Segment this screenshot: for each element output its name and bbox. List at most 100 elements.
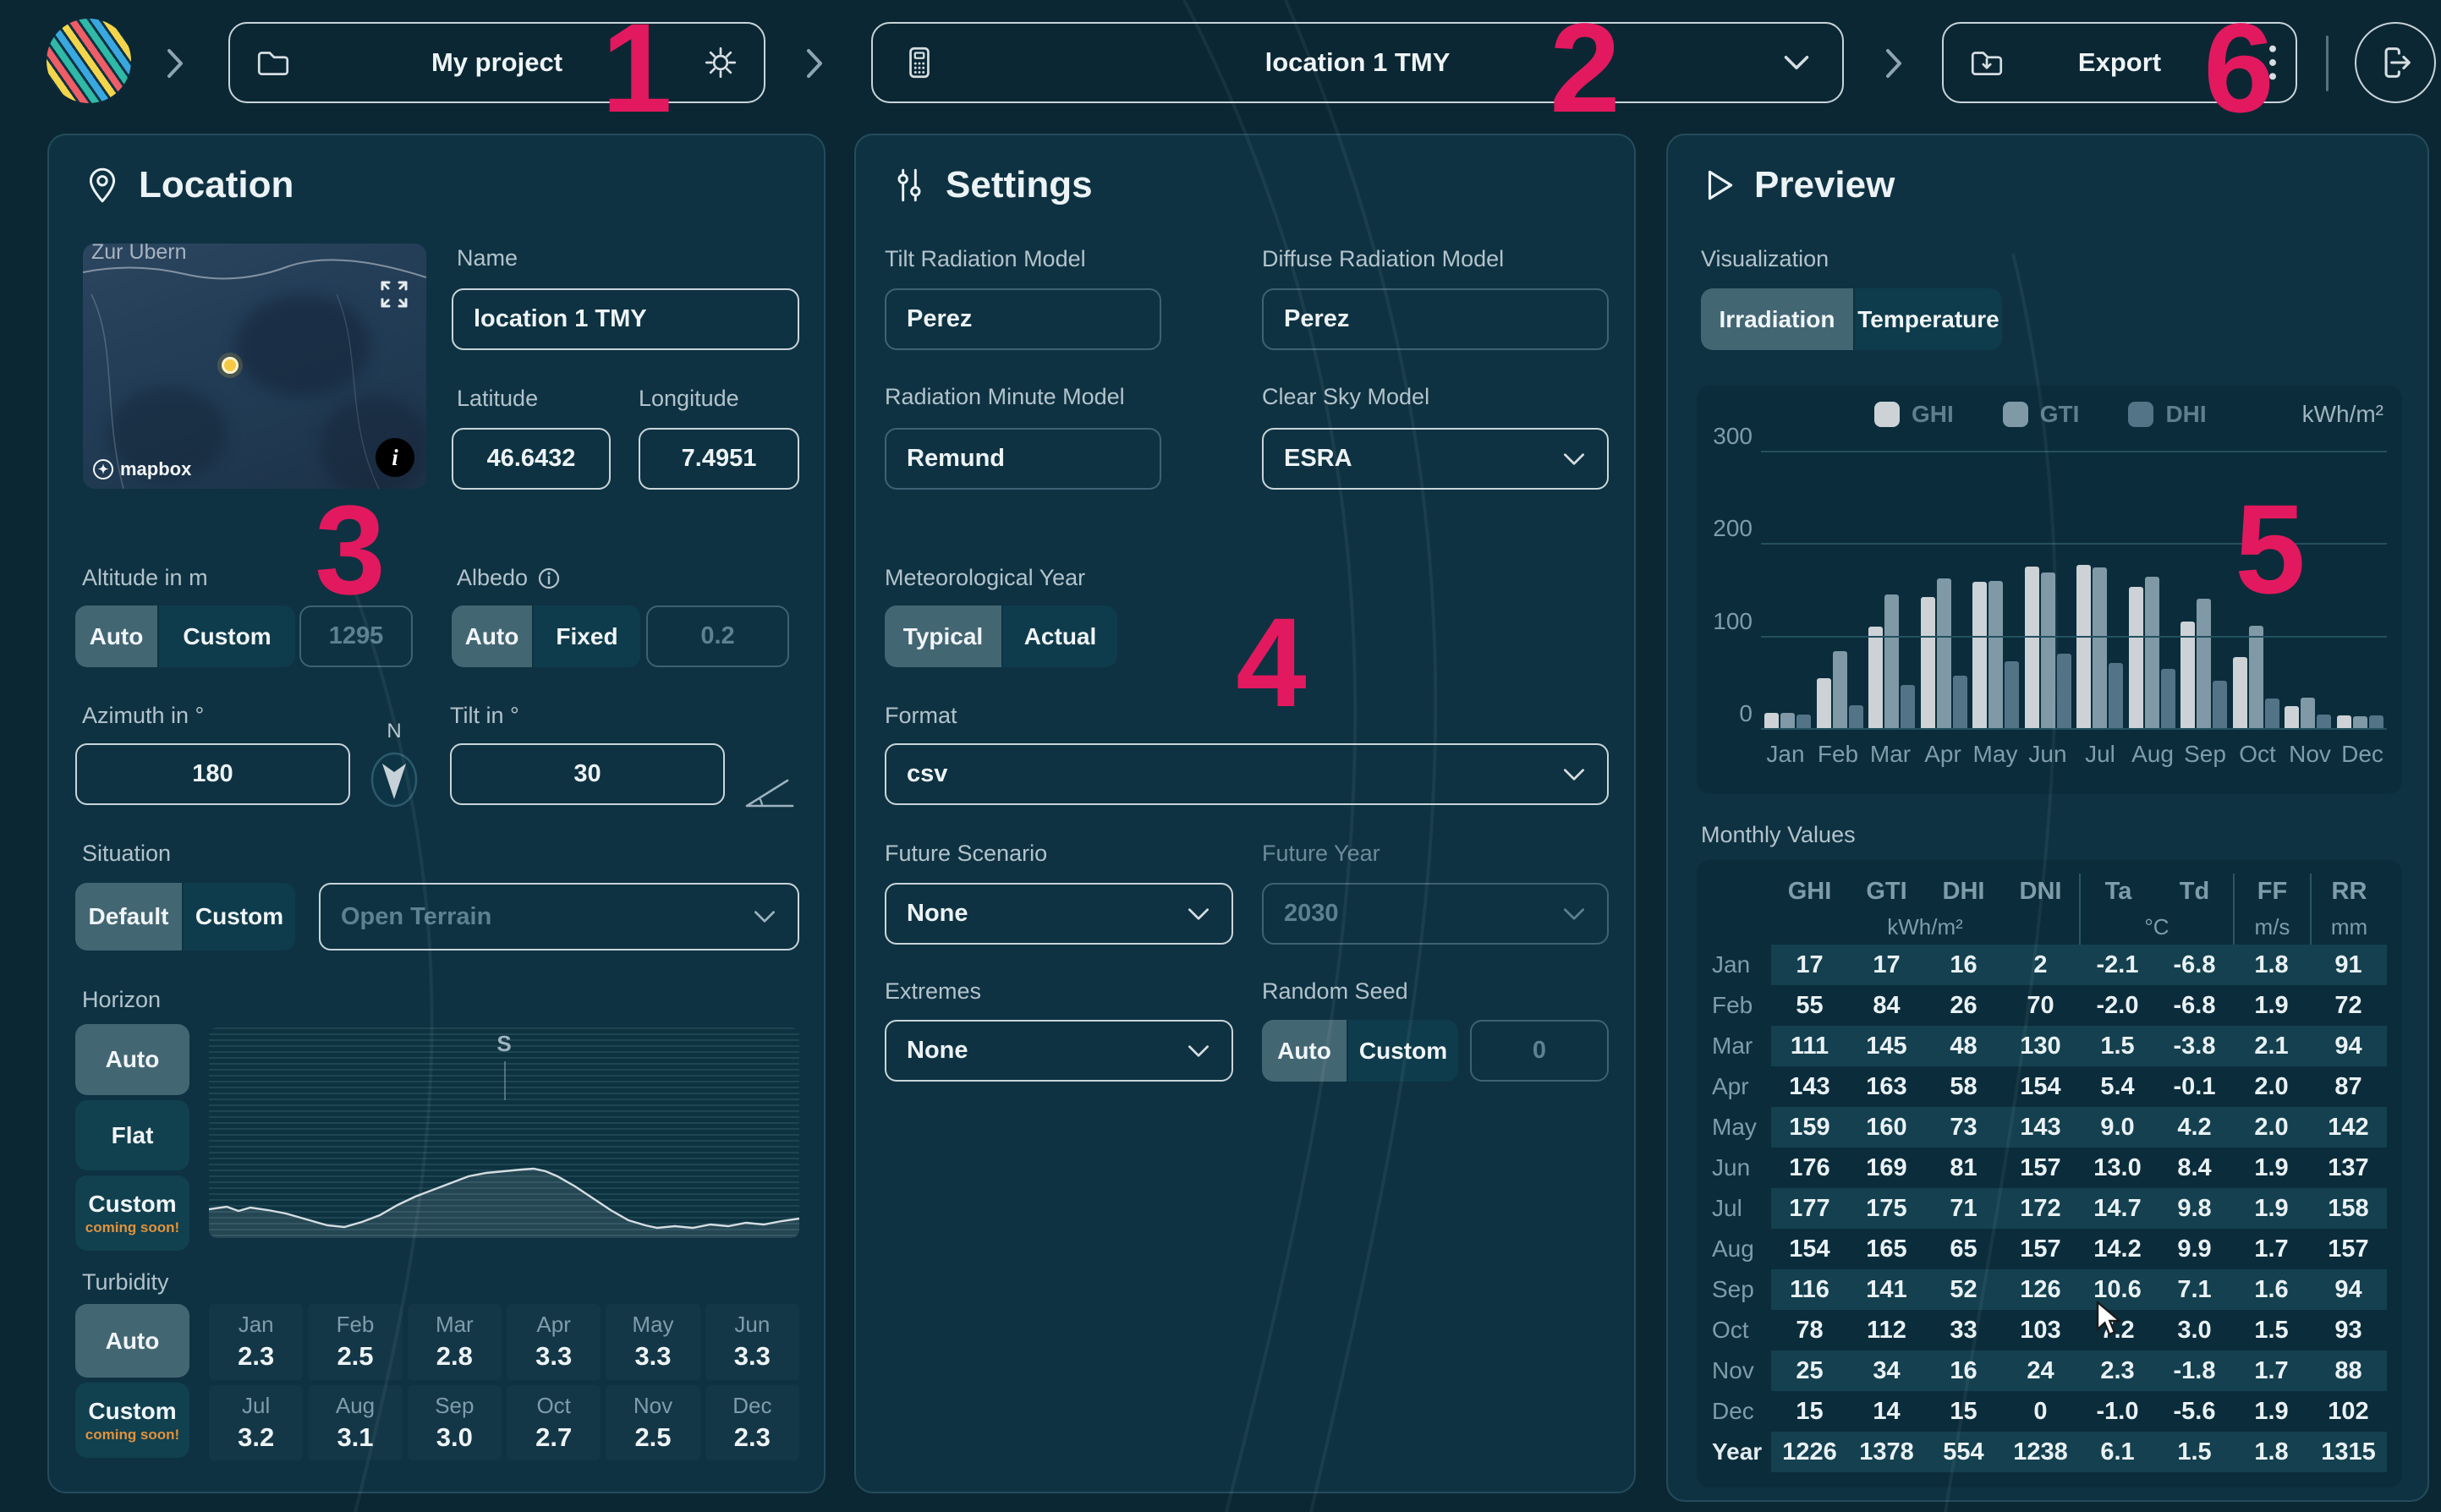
cell-ta: 14.7 xyxy=(2079,1195,2156,1223)
name-input[interactable]: location 1 TMY xyxy=(452,288,799,350)
cell-dni: 172 xyxy=(2002,1195,2079,1223)
azimuth-input[interactable]: 180 xyxy=(75,743,350,805)
row-month-label: Apr xyxy=(1712,1073,1771,1100)
cell-ghi: 1226 xyxy=(1771,1438,1848,1466)
extremes-label: Extremes xyxy=(885,978,981,1005)
latitude-input[interactable]: 46.6432 xyxy=(452,428,611,490)
bar-group-jan xyxy=(1764,713,1811,729)
longitude-input[interactable]: 7.4951 xyxy=(639,428,799,490)
cell-ta: 9.0 xyxy=(2079,1114,2156,1142)
col-td: Td xyxy=(2156,874,2233,909)
diffuse-model-label: Diffuse Radiation Model xyxy=(1262,246,1504,272)
gridline-0 xyxy=(1761,728,2387,730)
horizon-flat-button[interactable]: Flat xyxy=(75,1100,189,1170)
x-tick-label: Jul xyxy=(2076,741,2125,768)
met-year-toggle: Typical Actual xyxy=(885,605,1117,667)
albedo-auto-option[interactable]: Auto xyxy=(452,605,532,667)
row-month-label: Jun xyxy=(1712,1154,1771,1181)
mouse-cursor xyxy=(2096,1301,2128,1338)
cell-ff: 1.9 xyxy=(2233,1398,2310,1426)
col-ff: FF xyxy=(2233,874,2310,909)
info-icon[interactable] xyxy=(536,566,562,591)
cell-gti: 169 xyxy=(1848,1154,1925,1182)
dataset-selector[interactable]: location 1 TMY xyxy=(871,22,1844,103)
cell-gti: 14 xyxy=(1848,1398,1925,1426)
met-year-typical-option[interactable]: Typical xyxy=(885,605,1001,667)
project-button[interactable]: My project xyxy=(228,22,765,103)
ghi-bar-feb xyxy=(1817,678,1831,729)
random-seed-auto-option[interactable]: Auto xyxy=(1262,1020,1347,1082)
diffuse-model-field[interactable]: Perez xyxy=(1262,288,1609,350)
format-dropdown[interactable]: csv xyxy=(885,743,1609,805)
turbidity-cell-sep: Sep3.0 xyxy=(408,1385,502,1461)
chevron-down-icon xyxy=(1184,1040,1213,1062)
extremes-dropdown[interactable]: None xyxy=(885,1020,1233,1082)
dhi-bar-nov xyxy=(2317,715,2331,729)
altitude-auto-option[interactable]: Auto xyxy=(75,605,157,667)
albedo-fixed-option[interactable]: Fixed xyxy=(534,605,640,667)
preview-panel-title: Preview xyxy=(1702,164,1895,206)
cell-rr: 157 xyxy=(2310,1235,2387,1263)
cell-rr: 102 xyxy=(2310,1398,2387,1426)
table-row-sep: Sep1161415212610.67.11.694 xyxy=(1712,1269,2387,1310)
x-tick-label: Apr xyxy=(1918,741,1967,768)
project-label: My project xyxy=(230,47,764,78)
x-tick-label: Nov xyxy=(2285,741,2334,768)
horizon-label: Horizon xyxy=(82,987,161,1013)
turbidity-month-label: Oct xyxy=(536,1393,570,1419)
turbidity-label: Turbidity xyxy=(82,1269,169,1296)
ghi-bar-sep xyxy=(2180,622,2195,729)
minute-model-field[interactable]: Remund xyxy=(885,428,1161,490)
map-expand-icon[interactable] xyxy=(376,276,413,313)
tab-temperature[interactable]: Temperature xyxy=(1855,288,2002,350)
location-map[interactable]: Zur Übern ✦ mapbox i xyxy=(83,244,426,489)
turbidity-month-value: 3.1 xyxy=(337,1422,373,1453)
ghi-bar-may xyxy=(1972,582,1987,729)
random-seed-custom-option[interactable]: Custom xyxy=(1348,1020,1458,1082)
altitude-custom-option[interactable]: Custom xyxy=(159,605,295,667)
cell-rr: 72 xyxy=(2310,992,2387,1020)
tilt-model-label: Tilt Radiation Model xyxy=(885,246,1086,272)
turbidity-month-value: 2.8 xyxy=(436,1341,473,1372)
cell-td: 3.0 xyxy=(2156,1317,2233,1345)
cell-ghi: 17 xyxy=(1771,951,1848,979)
cell-ff: 2.0 xyxy=(2233,1073,2310,1101)
table-row-feb: Feb55842670-2.0-6.81.972 xyxy=(1712,985,2387,1026)
terrain-dropdown[interactable]: Open Terrain xyxy=(319,883,799,950)
app-logo[interactable] xyxy=(47,19,131,103)
compass-arrow-icon xyxy=(370,752,418,808)
clear-sky-dropdown[interactable]: ESRA xyxy=(1262,428,1609,490)
cell-dhi: 81 xyxy=(1925,1154,2002,1182)
x-tick-label: Feb xyxy=(1813,741,1862,768)
compass-north-label: N xyxy=(387,720,401,743)
albedo-input[interactable]: 0.2 xyxy=(646,605,789,667)
turbidity-month-value: 2.7 xyxy=(535,1422,572,1453)
turbidity-auto-button[interactable]: Auto xyxy=(75,1304,189,1378)
logout-button[interactable] xyxy=(2355,22,2436,103)
future-year-dropdown[interactable]: 2030 xyxy=(1262,883,1609,945)
random-seed-input[interactable]: 0 xyxy=(1470,1020,1609,1082)
situation-custom-option[interactable]: Custom xyxy=(184,883,295,950)
settings-panel: Settings Tilt Radiation Model Perez Diff… xyxy=(854,134,1636,1493)
future-scenario-dropdown[interactable]: None xyxy=(885,883,1233,945)
name-label: Name xyxy=(457,245,518,271)
mapbox-attribution[interactable]: ✦ mapbox xyxy=(93,458,191,480)
x-tick-label: May xyxy=(1971,741,2020,768)
tilt-model-field[interactable]: Perez xyxy=(885,288,1161,350)
cell-td: -1.8 xyxy=(2156,1357,2233,1385)
row-month-label: Aug xyxy=(1712,1235,1771,1263)
map-place-label: Zur Übern xyxy=(91,244,187,265)
unit-wind: m/s xyxy=(2233,909,2310,945)
gear-icon[interactable] xyxy=(701,43,740,82)
map-info-button[interactable]: i xyxy=(376,438,414,477)
coming-soon-badge: coming soon! xyxy=(85,1219,179,1236)
horizon-custom-button[interactable]: Custom coming soon! xyxy=(75,1175,189,1251)
situation-default-option[interactable]: Default xyxy=(75,883,182,950)
tilt-input[interactable]: 30 xyxy=(450,743,725,805)
horizon-auto-button[interactable]: Auto xyxy=(75,1024,189,1095)
situation-label: Situation xyxy=(82,841,171,867)
met-year-actual-option[interactable]: Actual xyxy=(1003,605,1117,667)
x-tick-label: Jun xyxy=(2023,741,2072,768)
tab-irradiation[interactable]: Irradiation xyxy=(1701,288,1853,350)
turbidity-custom-button[interactable]: Custom coming soon! xyxy=(75,1383,189,1458)
